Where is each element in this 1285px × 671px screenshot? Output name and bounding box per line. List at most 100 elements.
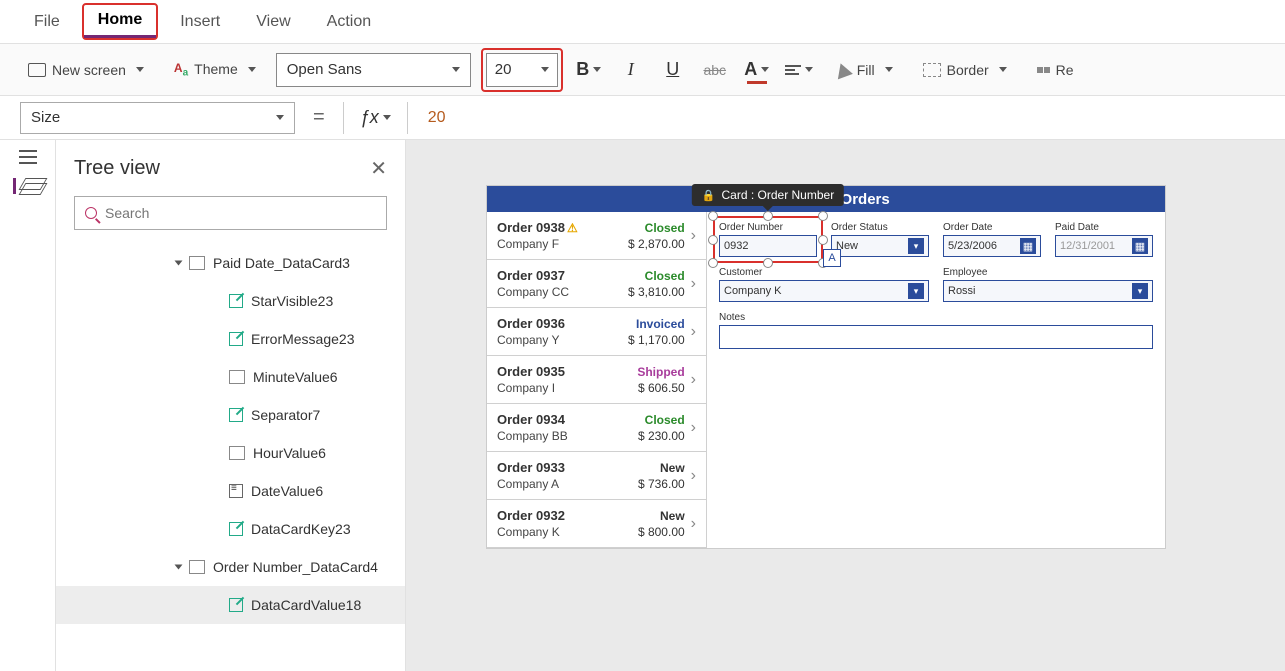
order-list-item[interactable]: Order 0934Company BBClosed$ 230.00› [487, 404, 706, 452]
tree-node[interactable]: DataCardValue18 [56, 586, 405, 624]
formula-input[interactable]: 20 [418, 109, 1265, 127]
align-button[interactable] [783, 54, 815, 86]
menu-action[interactable]: Action [313, 7, 385, 37]
order-list-item[interactable]: Order 0933Company ANew$ 736.00› [487, 452, 706, 500]
order-list-item[interactable]: Order 0932Company KNew$ 800.00› [487, 500, 706, 548]
chevron-right-icon: › [691, 419, 696, 437]
customer-select[interactable]: Company K▾ [719, 280, 929, 302]
chevron-right-icon: › [691, 371, 696, 389]
tree-node-label: Separator7 [251, 407, 320, 423]
order-id: Order 0934 [497, 412, 568, 427]
tree-node[interactable]: Separator7 [56, 396, 405, 434]
new-screen-label: New screen [52, 62, 126, 78]
property-name: Size [31, 109, 60, 126]
chevron-down-icon [885, 67, 893, 72]
dropdown-icon: ▾ [1132, 283, 1148, 299]
menu-insert[interactable]: Insert [166, 7, 234, 37]
border-button[interactable]: Border [913, 62, 1017, 78]
order-amount: $ 3,810.00 [628, 285, 685, 299]
order-status-card[interactable]: Order Status New▾ [831, 222, 929, 257]
tree-node[interactable]: Paid Date_DataCard3 [56, 244, 405, 282]
order-form: Card : Order Number Order Number 0932 A … [707, 212, 1165, 548]
card-node-icon [189, 560, 205, 574]
tree-caret-icon [175, 565, 183, 570]
chevron-right-icon: › [691, 275, 696, 293]
order-status: Closed [645, 413, 685, 427]
chevron-right-icon: › [691, 227, 696, 245]
font-color-button[interactable]: A [741, 54, 773, 86]
tree-panel: Tree view ✕ Paid Date_DataCard3StarVisib… [56, 140, 406, 671]
order-list-item[interactable]: Order 0935Company IShipped$ 606.50› [487, 356, 706, 404]
order-id: Order 0932 [497, 508, 565, 523]
employee-card[interactable]: Employee Rossi▾ [943, 267, 1153, 302]
search-input[interactable] [105, 205, 376, 221]
order-number-card[interactable]: Card : Order Number Order Number 0932 A [719, 222, 817, 257]
hamburger-icon[interactable] [19, 156, 37, 158]
layers-icon [22, 178, 42, 194]
fx-button[interactable]: ƒx [354, 107, 397, 128]
tree-node[interactable]: DataCardKey23 [56, 510, 405, 548]
order-list-item[interactable]: Order 0938⚠Company FClosed$ 2,870.00› [487, 212, 706, 260]
tree-node[interactable]: Order Number_DataCard4 [56, 548, 405, 586]
tree-list: Paid Date_DataCard3StarVisible23ErrorMes… [56, 240, 405, 671]
font-name: Open Sans [287, 61, 362, 78]
order-status: Closed [645, 269, 685, 283]
italic-button[interactable]: I [615, 54, 647, 86]
paid-date-input[interactable]: 12/31/2001▦ [1055, 235, 1153, 257]
paid-date-card[interactable]: Paid Date 12/31/2001▦ [1055, 222, 1153, 257]
tree-node[interactable]: ErrorMessage23 [56, 320, 405, 358]
theme-label: Theme [194, 61, 238, 77]
strike-button[interactable]: abc [699, 54, 731, 86]
order-id: Order 0938⚠ [497, 220, 578, 235]
menu-file[interactable]: File [20, 7, 74, 37]
order-list-item[interactable]: Order 0936Company YInvoiced$ 1,170.00› [487, 308, 706, 356]
search-icon [85, 207, 97, 219]
dropdown-icon: ▾ [908, 283, 924, 299]
font-size-select[interactable]: 20 [486, 53, 558, 87]
tree-view-rail-button[interactable] [13, 178, 42, 194]
order-number-value[interactable]: 0932 [719, 235, 817, 257]
fill-button[interactable]: Fill [825, 62, 903, 78]
chevron-down-icon [805, 67, 813, 72]
company-name: Company BB [497, 429, 568, 443]
order-status-select[interactable]: New▾ [831, 235, 929, 257]
order-date-input[interactable]: 5/23/2006▦ [943, 235, 1041, 257]
order-list-item[interactable]: Order 0937Company CCClosed$ 3,810.00› [487, 260, 706, 308]
employee-select[interactable]: Rossi▾ [943, 280, 1153, 302]
input-node-icon [229, 370, 245, 384]
theme-button[interactable]: Aa Theme [164, 61, 266, 78]
customer-card[interactable]: Customer Company K▾ [719, 267, 929, 302]
card-tooltip: Card : Order Number [692, 184, 844, 206]
text-badge[interactable]: A [823, 249, 841, 267]
order-amount: $ 606.50 [638, 381, 685, 395]
order-status: Invoiced [636, 317, 685, 331]
close-tree-button[interactable]: ✕ [370, 156, 387, 181]
chevron-down-icon [276, 115, 284, 120]
bold-button[interactable]: B [573, 54, 605, 86]
new-screen-button[interactable]: New screen [18, 62, 154, 78]
menu-home[interactable]: Home [84, 5, 156, 38]
card-node-icon [189, 256, 205, 270]
order-date-card[interactable]: Order Date 5/23/2006▦ [943, 222, 1041, 257]
reorder-button[interactable]: Re [1027, 62, 1084, 78]
notes-card[interactable]: Notes [719, 312, 1153, 349]
property-select[interactable]: Size [20, 102, 295, 134]
tree-node[interactable]: StarVisible23 [56, 282, 405, 320]
fill-label: Fill [857, 62, 875, 78]
underline-button[interactable]: U [657, 54, 689, 86]
tree-node[interactable]: HourValue6 [56, 434, 405, 472]
menu-bar: File Home Insert View Action [0, 0, 1285, 44]
tree-node-label: DateValue6 [251, 483, 323, 499]
lock-icon [702, 188, 716, 202]
chevron-right-icon: › [691, 323, 696, 341]
tree-node[interactable]: MinuteValue6 [56, 358, 405, 396]
orders-list: Order 0938⚠Company FClosed$ 2,870.00›Ord… [487, 212, 707, 548]
font-select[interactable]: Open Sans [276, 53, 471, 87]
tree-search[interactable] [74, 196, 387, 230]
notes-input[interactable] [719, 325, 1153, 349]
align-icon [785, 65, 801, 75]
menu-view[interactable]: View [242, 7, 304, 37]
chevron-right-icon: › [691, 467, 696, 485]
tooltip-text: Card : Order Number [722, 188, 835, 202]
tree-node[interactable]: DateValue6 [56, 472, 405, 510]
